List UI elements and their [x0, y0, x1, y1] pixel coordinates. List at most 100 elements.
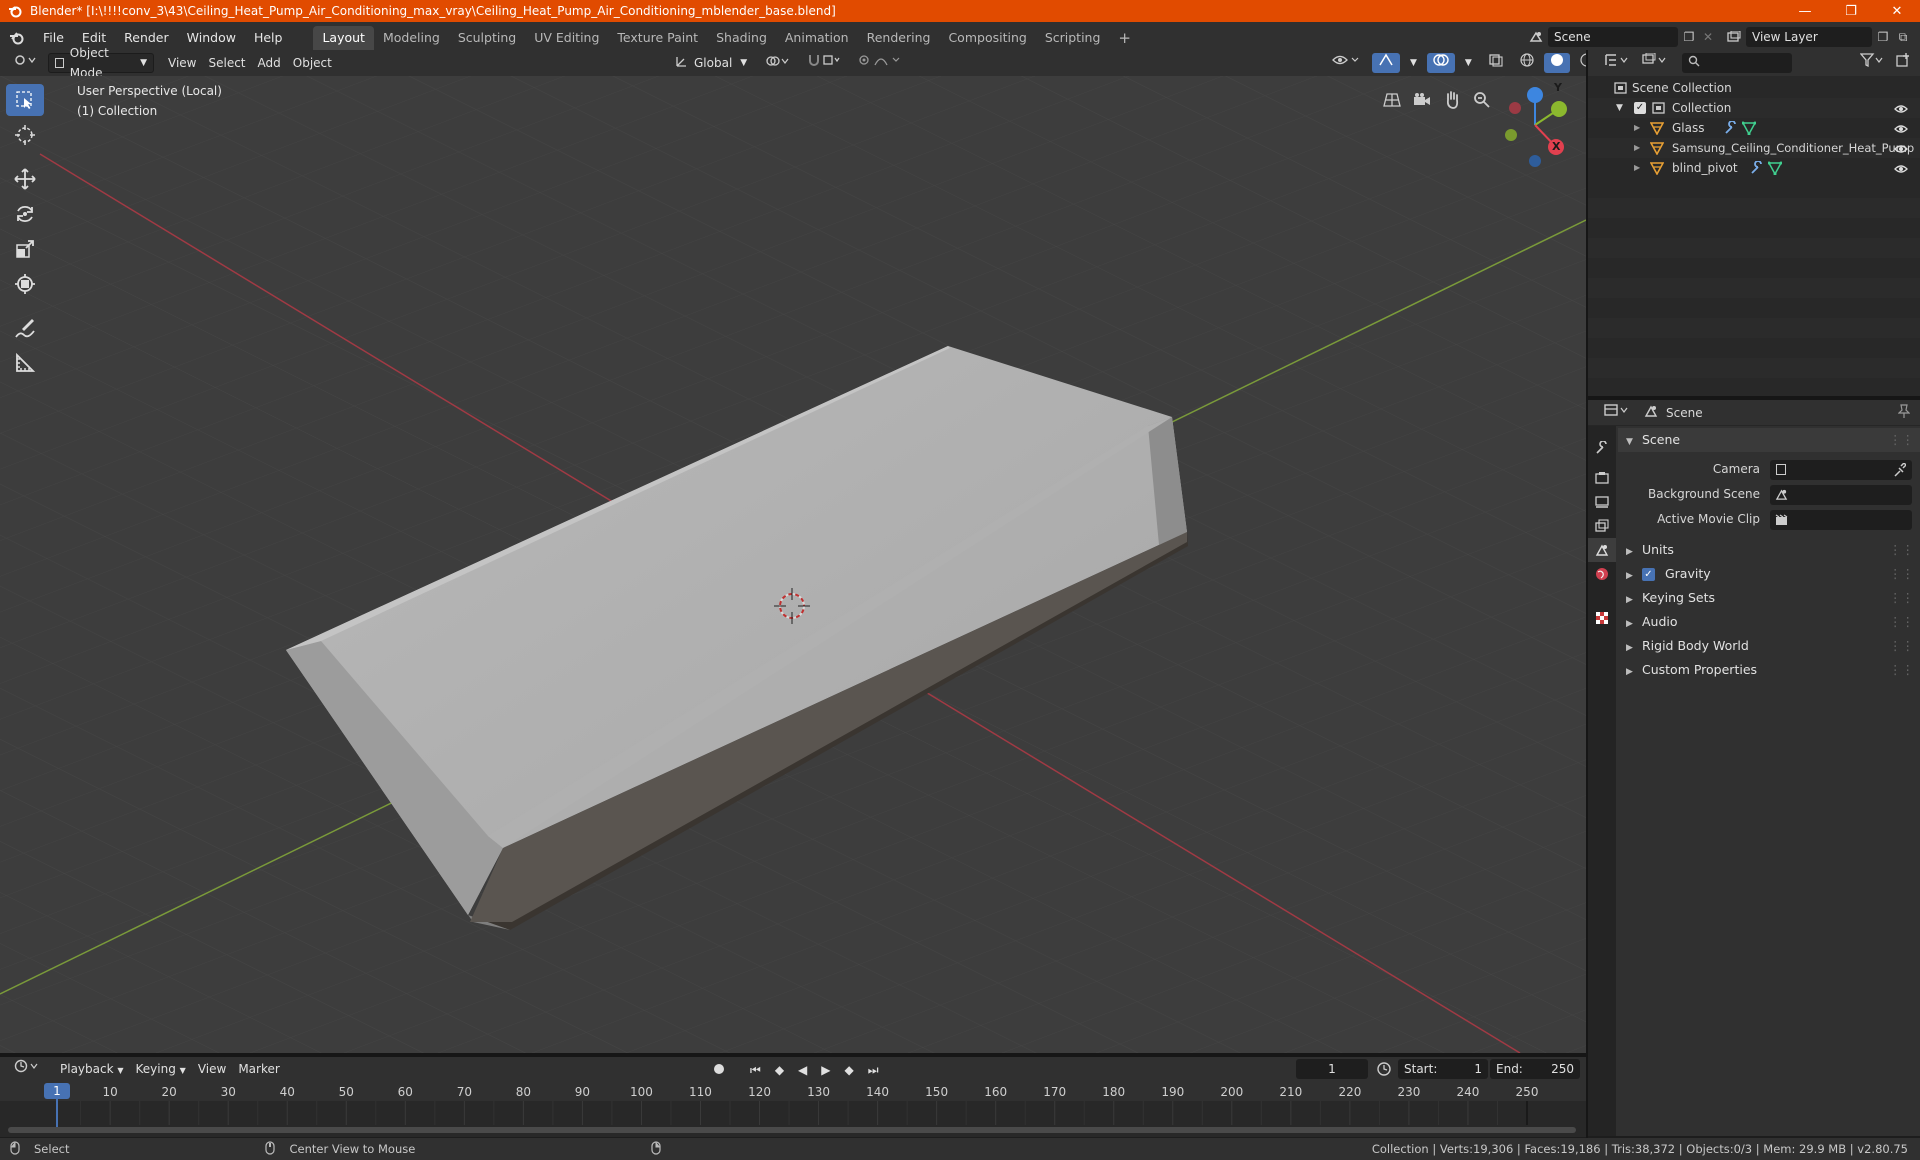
zoom-icon[interactable]: [1470, 88, 1494, 112]
outliner-scene-collection[interactable]: Scene Collection: [1588, 78, 1920, 98]
camera-field[interactable]: [1770, 460, 1912, 480]
outliner-search-input[interactable]: [1682, 53, 1792, 73]
gizmo-menu-icon[interactable]: ▼: [1404, 53, 1423, 73]
gizmo-toggle-icon[interactable]: [1372, 53, 1400, 73]
annotate-tool-icon[interactable]: [6, 312, 44, 344]
output-tab-icon[interactable]: [1588, 490, 1616, 514]
drag-handle-icon[interactable]: ⋮⋮: [1889, 538, 1914, 562]
current-frame-indicator[interactable]: 1: [44, 1083, 70, 1099]
view-layer-icon[interactable]: [1722, 31, 1746, 43]
tab-scripting[interactable]: Scripting: [1036, 26, 1110, 50]
view-layer-selector[interactable]: View Layer: [1746, 27, 1872, 47]
outliner-collection[interactable]: ▼ ✓ Collection: [1588, 98, 1920, 118]
tab-texture-paint[interactable]: Texture Paint: [608, 26, 707, 50]
drag-handle-icon[interactable]: ⋮⋮: [1889, 634, 1914, 658]
collapse-arrow-icon[interactable]: ▼: [1616, 98, 1623, 118]
start-frame-field[interactable]: Start: 1: [1398, 1059, 1488, 1079]
keying-sets-panel-header[interactable]: ▶ Keying Sets ⋮⋮: [1618, 586, 1920, 610]
proportional-editing-icon[interactable]: [853, 53, 909, 73]
outliner-editor-type-icon[interactable]: [1598, 53, 1636, 73]
new-view-layer-icon[interactable]: ❐: [1872, 30, 1894, 44]
outliner-object-blind-pivot[interactable]: ▶ blind_pivot: [1588, 158, 1920, 178]
expand-arrow-icon[interactable]: ▶: [1634, 158, 1640, 178]
gravity-panel-header[interactable]: ▶ ✓ Gravity ⋮⋮: [1618, 562, 1920, 586]
tab-sculpting[interactable]: Sculpting: [449, 26, 525, 50]
drag-handle-icon[interactable]: ⋮⋮: [1889, 610, 1914, 634]
area-divider-vertical[interactable]: [1586, 50, 1588, 1138]
filter-icon[interactable]: [1854, 53, 1890, 73]
mode-selector[interactable]: Object Mode ▼: [48, 46, 154, 80]
timeline-menu-view[interactable]: View: [192, 1059, 232, 1079]
timeline-menu-marker[interactable]: Marker: [232, 1059, 285, 1079]
overlays-toggle-icon[interactable]: [1426, 53, 1455, 73]
eyedropper-icon[interactable]: [1894, 461, 1908, 480]
tab-modeling[interactable]: Modeling: [374, 26, 449, 50]
viewport-menu-add[interactable]: Add: [252, 53, 287, 73]
solid-shading-icon[interactable]: [1543, 53, 1570, 73]
end-frame-field[interactable]: End: 250: [1490, 1059, 1580, 1079]
properties-editor-type-icon[interactable]: [1598, 403, 1636, 423]
play-reverse-icon[interactable]: ◀: [792, 1060, 813, 1080]
scene-tab-icon[interactable]: [1588, 538, 1616, 562]
viewport-menu-object[interactable]: Object: [287, 53, 338, 73]
timeline-menu-playback[interactable]: Playback ▼: [54, 1059, 130, 1079]
menu-help[interactable]: Help: [245, 27, 292, 49]
3d-viewport[interactable]: Z Y X User Perspective (Local) (1) Colle…: [0, 76, 1586, 1053]
units-panel-header[interactable]: ▶ Units ⋮⋮: [1618, 538, 1920, 562]
drag-handle-icon[interactable]: ⋮⋮: [1889, 586, 1914, 610]
xray-toggle-icon[interactable]: [1482, 53, 1510, 73]
pan-hand-icon[interactable]: [1440, 88, 1464, 112]
tab-uv-editing[interactable]: UV Editing: [525, 26, 608, 50]
minimize-button[interactable]: —: [1782, 0, 1828, 22]
custom-properties-panel-header[interactable]: ▶ Custom Properties ⋮⋮: [1618, 658, 1920, 682]
expand-arrow-icon[interactable]: ▶: [1634, 118, 1640, 138]
remove-view-layer-icon[interactable]: ⧉: [1894, 30, 1912, 45]
select-box-tool-icon[interactable]: [6, 84, 44, 116]
wireframe-shading-icon[interactable]: [1514, 53, 1540, 73]
tab-compositing[interactable]: Compositing: [939, 26, 1035, 50]
jump-to-end-icon[interactable]: ⏭: [862, 1060, 885, 1080]
toggle-view-icon[interactable]: [1380, 88, 1404, 112]
audio-panel-header[interactable]: ▶ Audio ⋮⋮: [1618, 610, 1920, 634]
transform-orientation-selector[interactable]: Global ▼: [670, 53, 753, 73]
tab-layout[interactable]: Layout: [313, 26, 374, 50]
scale-tool-icon[interactable]: [6, 233, 44, 265]
scene-selector[interactable]: Scene: [1548, 27, 1678, 47]
scene-icon[interactable]: [1524, 30, 1548, 44]
drag-handle-icon[interactable]: ⋮⋮: [1889, 658, 1914, 682]
editor-type-icon[interactable]: [8, 53, 42, 73]
play-icon[interactable]: ▶: [815, 1060, 836, 1080]
timeline-menu-keying[interactable]: Keying ▼: [130, 1059, 192, 1079]
snap-icon[interactable]: [801, 53, 847, 73]
outliner-object-glass[interactable]: ▶ Glass: [1588, 118, 1920, 138]
close-button[interactable]: ✕: [1874, 0, 1920, 22]
drag-handle-icon[interactable]: ⋮⋮: [1889, 428, 1914, 452]
background-scene-field[interactable]: [1770, 485, 1912, 505]
outliner-object-heat-pump[interactable]: ▶ Samsung_Ceiling_Conditioner_Heat_Pump: [1588, 138, 1920, 158]
active-movie-clip-field[interactable]: [1770, 510, 1912, 530]
collection-checkbox[interactable]: ✓: [1634, 102, 1646, 114]
viewport-menu-select[interactable]: Select: [202, 53, 251, 73]
visibility-icon[interactable]: [1326, 53, 1368, 73]
cursor-tool-icon[interactable]: [6, 119, 44, 151]
transform-tool-icon[interactable]: [6, 268, 44, 300]
world-tab-icon[interactable]: [1588, 562, 1616, 586]
viewport-menu-view[interactable]: View: [162, 53, 202, 73]
move-tool-icon[interactable]: [6, 163, 44, 195]
tab-shading[interactable]: Shading: [707, 26, 776, 50]
area-divider-horizontal[interactable]: [1588, 396, 1920, 400]
menu-file[interactable]: File: [34, 27, 73, 49]
menu-window[interactable]: Window: [178, 27, 245, 49]
camera-view-icon[interactable]: [1410, 88, 1434, 112]
auto-keying-icon[interactable]: [708, 1060, 730, 1080]
render-tab-icon[interactable]: [1588, 466, 1616, 490]
pin-icon[interactable]: [1897, 404, 1911, 421]
jump-to-keyframe-back-icon[interactable]: ◆: [769, 1060, 790, 1080]
expand-arrow-icon[interactable]: ▶: [1634, 138, 1640, 158]
remove-scene-icon[interactable]: ✕: [1700, 30, 1716, 44]
blender-menu-icon[interactable]: [0, 30, 34, 46]
playhead-line[interactable]: [56, 1099, 58, 1129]
view-layer-tab-icon[interactable]: [1588, 514, 1616, 538]
rigid-body-world-panel-header[interactable]: ▶ Rigid Body World ⋮⋮: [1618, 634, 1920, 658]
tab-rendering[interactable]: Rendering: [858, 26, 940, 50]
